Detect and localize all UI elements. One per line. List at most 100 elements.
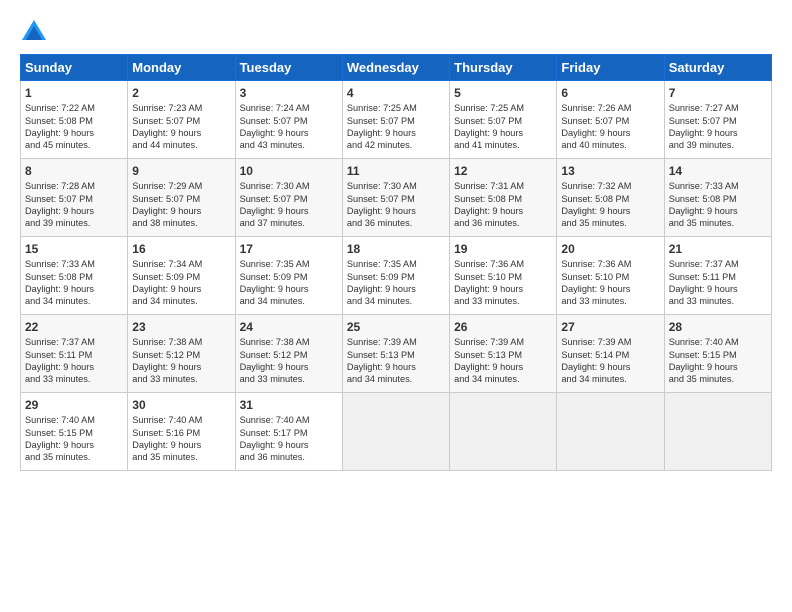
calendar-header-friday: Friday — [557, 55, 664, 81]
day-number: 28 — [669, 319, 767, 335]
day-number: 29 — [25, 397, 123, 413]
calendar-cell: 22Sunrise: 7:37 AM Sunset: 5:11 PM Dayli… — [21, 315, 128, 393]
calendar-cell: 28Sunrise: 7:40 AM Sunset: 5:15 PM Dayli… — [664, 315, 771, 393]
calendar-cell: 10Sunrise: 7:30 AM Sunset: 5:07 PM Dayli… — [235, 159, 342, 237]
day-number: 6 — [561, 85, 659, 101]
day-number: 20 — [561, 241, 659, 257]
day-info: Sunrise: 7:29 AM Sunset: 5:07 PM Dayligh… — [132, 180, 230, 230]
day-info: Sunrise: 7:22 AM Sunset: 5:08 PM Dayligh… — [25, 102, 123, 152]
day-number: 12 — [454, 163, 552, 179]
day-info: Sunrise: 7:39 AM Sunset: 5:13 PM Dayligh… — [454, 336, 552, 386]
day-number: 21 — [669, 241, 767, 257]
day-info: Sunrise: 7:28 AM Sunset: 5:07 PM Dayligh… — [25, 180, 123, 230]
calendar-cell: 17Sunrise: 7:35 AM Sunset: 5:09 PM Dayli… — [235, 237, 342, 315]
day-info: Sunrise: 7:35 AM Sunset: 5:09 PM Dayligh… — [347, 258, 445, 308]
day-info: Sunrise: 7:32 AM Sunset: 5:08 PM Dayligh… — [561, 180, 659, 230]
calendar-header-wednesday: Wednesday — [342, 55, 449, 81]
calendar-cell: 16Sunrise: 7:34 AM Sunset: 5:09 PM Dayli… — [128, 237, 235, 315]
calendar-cell: 25Sunrise: 7:39 AM Sunset: 5:13 PM Dayli… — [342, 315, 449, 393]
logo-icon — [20, 18, 48, 46]
day-number: 22 — [25, 319, 123, 335]
calendar-cell: 4Sunrise: 7:25 AM Sunset: 5:07 PM Daylig… — [342, 81, 449, 159]
day-number: 26 — [454, 319, 552, 335]
day-info: Sunrise: 7:35 AM Sunset: 5:09 PM Dayligh… — [240, 258, 338, 308]
day-number: 1 — [25, 85, 123, 101]
calendar-cell: 7Sunrise: 7:27 AM Sunset: 5:07 PM Daylig… — [664, 81, 771, 159]
calendar-header-row: SundayMondayTuesdayWednesdayThursdayFrid… — [21, 55, 772, 81]
day-info: Sunrise: 7:25 AM Sunset: 5:07 PM Dayligh… — [347, 102, 445, 152]
day-number: 14 — [669, 163, 767, 179]
calendar-cell: 5Sunrise: 7:25 AM Sunset: 5:07 PM Daylig… — [450, 81, 557, 159]
calendar-cell: 19Sunrise: 7:36 AM Sunset: 5:10 PM Dayli… — [450, 237, 557, 315]
day-info: Sunrise: 7:24 AM Sunset: 5:07 PM Dayligh… — [240, 102, 338, 152]
calendar-cell: 24Sunrise: 7:38 AM Sunset: 5:12 PM Dayli… — [235, 315, 342, 393]
day-number: 18 — [347, 241, 445, 257]
calendar-cell: 20Sunrise: 7:36 AM Sunset: 5:10 PM Dayli… — [557, 237, 664, 315]
day-number: 10 — [240, 163, 338, 179]
calendar: SundayMondayTuesdayWednesdayThursdayFrid… — [20, 54, 772, 471]
day-number: 7 — [669, 85, 767, 101]
day-number: 4 — [347, 85, 445, 101]
calendar-header-monday: Monday — [128, 55, 235, 81]
day-info: Sunrise: 7:23 AM Sunset: 5:07 PM Dayligh… — [132, 102, 230, 152]
calendar-cell: 14Sunrise: 7:33 AM Sunset: 5:08 PM Dayli… — [664, 159, 771, 237]
calendar-cell: 2Sunrise: 7:23 AM Sunset: 5:07 PM Daylig… — [128, 81, 235, 159]
day-info: Sunrise: 7:37 AM Sunset: 5:11 PM Dayligh… — [25, 336, 123, 386]
calendar-cell — [342, 393, 449, 471]
calendar-cell: 29Sunrise: 7:40 AM Sunset: 5:15 PM Dayli… — [21, 393, 128, 471]
day-info: Sunrise: 7:33 AM Sunset: 5:08 PM Dayligh… — [25, 258, 123, 308]
header — [20, 18, 772, 46]
calendar-cell: 15Sunrise: 7:33 AM Sunset: 5:08 PM Dayli… — [21, 237, 128, 315]
calendar-cell — [557, 393, 664, 471]
calendar-week-2: 15Sunrise: 7:33 AM Sunset: 5:08 PM Dayli… — [21, 237, 772, 315]
calendar-header-thursday: Thursday — [450, 55, 557, 81]
day-info: Sunrise: 7:33 AM Sunset: 5:08 PM Dayligh… — [669, 180, 767, 230]
calendar-cell: 21Sunrise: 7:37 AM Sunset: 5:11 PM Dayli… — [664, 237, 771, 315]
day-info: Sunrise: 7:26 AM Sunset: 5:07 PM Dayligh… — [561, 102, 659, 152]
day-info: Sunrise: 7:36 AM Sunset: 5:10 PM Dayligh… — [454, 258, 552, 308]
day-number: 11 — [347, 163, 445, 179]
day-number: 15 — [25, 241, 123, 257]
calendar-cell: 23Sunrise: 7:38 AM Sunset: 5:12 PM Dayli… — [128, 315, 235, 393]
day-number: 27 — [561, 319, 659, 335]
day-info: Sunrise: 7:30 AM Sunset: 5:07 PM Dayligh… — [240, 180, 338, 230]
day-info: Sunrise: 7:38 AM Sunset: 5:12 PM Dayligh… — [240, 336, 338, 386]
day-number: 25 — [347, 319, 445, 335]
calendar-cell: 13Sunrise: 7:32 AM Sunset: 5:08 PM Dayli… — [557, 159, 664, 237]
day-info: Sunrise: 7:38 AM Sunset: 5:12 PM Dayligh… — [132, 336, 230, 386]
day-info: Sunrise: 7:40 AM Sunset: 5:15 PM Dayligh… — [669, 336, 767, 386]
calendar-week-4: 29Sunrise: 7:40 AM Sunset: 5:15 PM Dayli… — [21, 393, 772, 471]
calendar-cell: 6Sunrise: 7:26 AM Sunset: 5:07 PM Daylig… — [557, 81, 664, 159]
calendar-cell: 12Sunrise: 7:31 AM Sunset: 5:08 PM Dayli… — [450, 159, 557, 237]
day-number: 31 — [240, 397, 338, 413]
day-number: 30 — [132, 397, 230, 413]
day-info: Sunrise: 7:40 AM Sunset: 5:17 PM Dayligh… — [240, 414, 338, 464]
calendar-header-saturday: Saturday — [664, 55, 771, 81]
calendar-header-sunday: Sunday — [21, 55, 128, 81]
day-info: Sunrise: 7:36 AM Sunset: 5:10 PM Dayligh… — [561, 258, 659, 308]
day-info: Sunrise: 7:31 AM Sunset: 5:08 PM Dayligh… — [454, 180, 552, 230]
calendar-header-tuesday: Tuesday — [235, 55, 342, 81]
day-number: 9 — [132, 163, 230, 179]
calendar-cell — [664, 393, 771, 471]
calendar-week-1: 8Sunrise: 7:28 AM Sunset: 5:07 PM Daylig… — [21, 159, 772, 237]
calendar-cell: 8Sunrise: 7:28 AM Sunset: 5:07 PM Daylig… — [21, 159, 128, 237]
calendar-cell: 3Sunrise: 7:24 AM Sunset: 5:07 PM Daylig… — [235, 81, 342, 159]
day-number: 16 — [132, 241, 230, 257]
day-number: 23 — [132, 319, 230, 335]
page: SundayMondayTuesdayWednesdayThursdayFrid… — [0, 0, 792, 481]
calendar-cell: 1Sunrise: 7:22 AM Sunset: 5:08 PM Daylig… — [21, 81, 128, 159]
day-info: Sunrise: 7:25 AM Sunset: 5:07 PM Dayligh… — [454, 102, 552, 152]
calendar-cell: 11Sunrise: 7:30 AM Sunset: 5:07 PM Dayli… — [342, 159, 449, 237]
calendar-cell: 31Sunrise: 7:40 AM Sunset: 5:17 PM Dayli… — [235, 393, 342, 471]
day-number: 17 — [240, 241, 338, 257]
calendar-cell: 26Sunrise: 7:39 AM Sunset: 5:13 PM Dayli… — [450, 315, 557, 393]
day-info: Sunrise: 7:37 AM Sunset: 5:11 PM Dayligh… — [669, 258, 767, 308]
day-number: 5 — [454, 85, 552, 101]
calendar-cell: 18Sunrise: 7:35 AM Sunset: 5:09 PM Dayli… — [342, 237, 449, 315]
day-number: 8 — [25, 163, 123, 179]
day-number: 19 — [454, 241, 552, 257]
calendar-cell — [450, 393, 557, 471]
day-info: Sunrise: 7:39 AM Sunset: 5:14 PM Dayligh… — [561, 336, 659, 386]
day-info: Sunrise: 7:39 AM Sunset: 5:13 PM Dayligh… — [347, 336, 445, 386]
